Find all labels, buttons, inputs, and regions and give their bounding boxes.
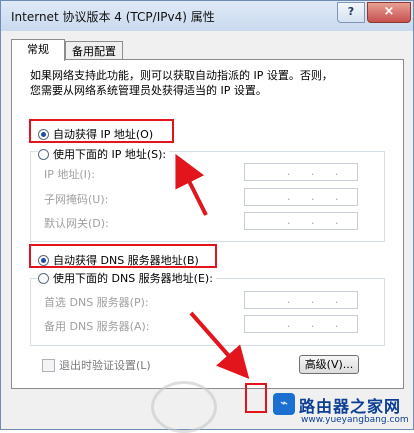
arrow-to-ok <box>189 311 250 379</box>
wifi-logo-icon: ⌁ <box>273 393 295 415</box>
watermark-circle <box>151 381 217 433</box>
watermark-text: 路由器之家网 <box>299 397 402 416</box>
arrow-to-auto-ip <box>175 153 208 216</box>
dialog-window: Internet 协议版本 4 (TCP/IPv4) 属性 ? × 备用配置 常… <box>0 0 414 433</box>
watermark-url: www.yueyangbang.com <box>301 415 409 425</box>
tab-general[interactable]: 常规 <box>11 39 65 61</box>
annotation-arrows <box>175 153 250 379</box>
